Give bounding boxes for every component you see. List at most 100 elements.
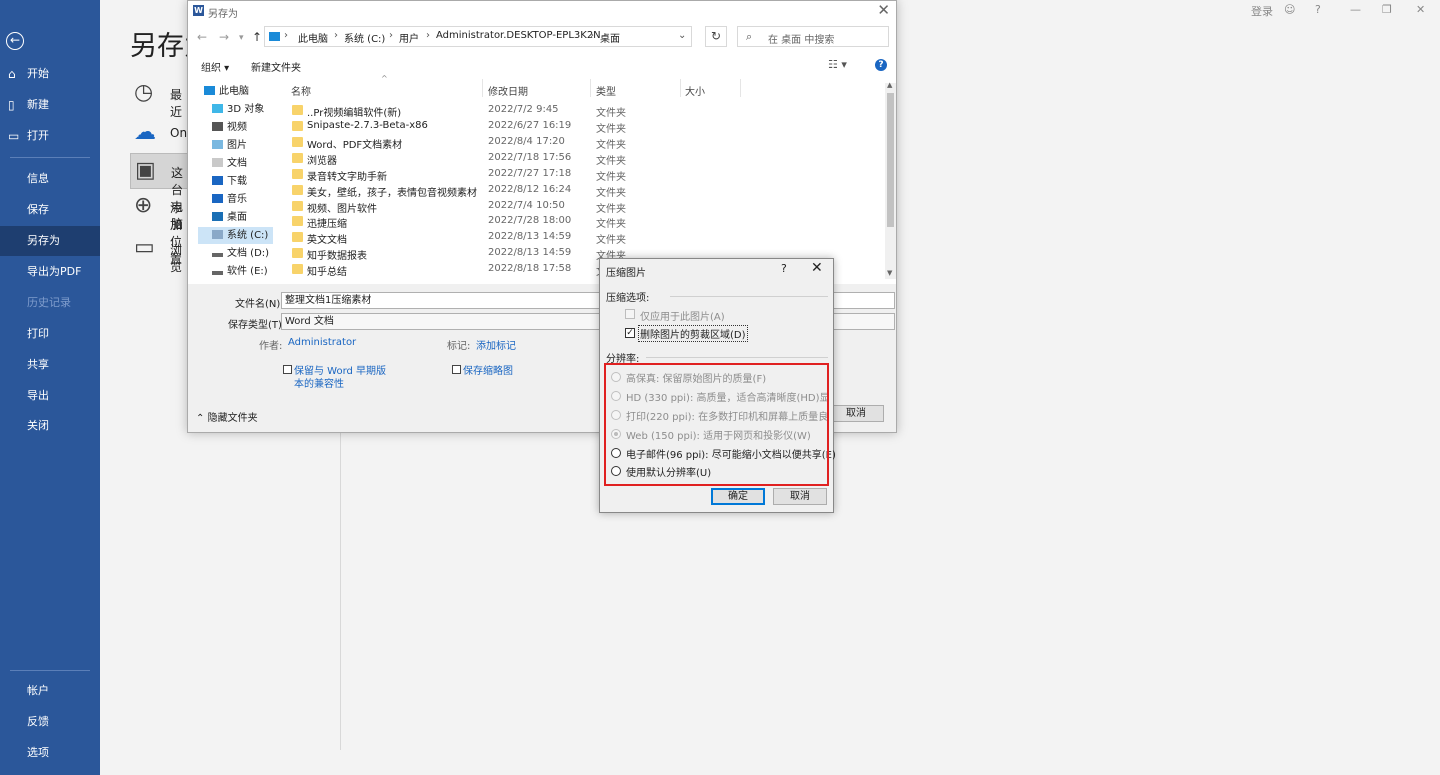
help-icon[interactable]: ?	[875, 59, 887, 71]
radio-print-220[interactable]	[611, 410, 621, 420]
scroll-thumb[interactable]	[887, 93, 894, 227]
forward-icon[interactable]: →	[219, 30, 229, 44]
folder-icon	[292, 105, 303, 115]
nav-item-options[interactable]: 选项	[0, 738, 100, 768]
tags-label: 标记:	[447, 341, 471, 352]
add-tags-link[interactable]: 添加标记	[476, 337, 516, 352]
nav-item-share[interactable]: 共享	[0, 350, 100, 380]
place-recent[interactable]: ◷ 最近	[130, 76, 190, 119]
radio-email-96[interactable]	[611, 448, 621, 458]
nav-item-save-as[interactable]: 另存为	[0, 226, 100, 256]
file-list-scrollbar[interactable]: ▲ ▼	[885, 81, 896, 279]
radio-high-fidelity[interactable]	[611, 372, 621, 382]
file-row[interactable]: Snipaste-2.7.3-Beta-x86 2022/6/27 16:19 文件…	[292, 119, 812, 135]
up-icon[interactable]: ↑	[252, 30, 262, 44]
compress-options-heading: 压缩选项:	[606, 293, 650, 304]
compress-pictures-dialog: 压缩图片 ? ✕ 压缩选项: 仅应用于此图片(A) ✓ 删除图片的剪裁区域(D)…	[599, 258, 836, 513]
help-icon[interactable]: ?	[781, 262, 787, 275]
nav-item-label: 共享	[27, 358, 49, 371]
column-header-name[interactable]: 名称	[291, 83, 311, 98]
file-row[interactable]: ..Pr视频编辑软件(新) 2022/7/2 9:45 文件夹	[292, 103, 812, 119]
refresh-icon[interactable]: ↻	[705, 26, 727, 47]
address-bar[interactable]: › 此电脑 › 系统 (C:) › 用户 › Administrator.DES…	[264, 26, 692, 47]
recent-locations-icon[interactable]: ▾	[239, 33, 244, 43]
apply-only-checkbox[interactable]	[625, 309, 635, 319]
nav-item-account[interactable]: 帐户	[0, 676, 100, 706]
cancel-button[interactable]: 取消	[773, 488, 827, 505]
new-document-icon: ▯	[8, 98, 15, 112]
organize-menu[interactable]: 组织 ▾	[201, 59, 229, 74]
tree-item-desktop[interactable]: 桌面	[212, 209, 247, 226]
nav-item-export-pdf[interactable]: 导出为PDF	[0, 257, 100, 287]
nav-item-print[interactable]: 打印	[0, 319, 100, 349]
tree-item-music[interactable]: 音乐	[212, 191, 247, 208]
author-value[interactable]: Administrator	[288, 337, 356, 348]
minimize-icon[interactable]: —	[1350, 3, 1361, 16]
file-row[interactable]: 迅捷压缩 2022/7/28 18:00 文件夹	[292, 214, 812, 230]
tree-item-drive-c[interactable]: 系统 (C:)	[198, 227, 273, 244]
column-divider	[482, 79, 483, 97]
new-folder-button[interactable]: 新建文件夹	[251, 59, 301, 74]
close-icon[interactable]: ✕	[877, 1, 890, 19]
section-divider	[670, 296, 828, 297]
nav-item-export[interactable]: 导出	[0, 381, 100, 411]
tree-item-3d-objects[interactable]: 3D 对象	[212, 101, 264, 118]
view-options-icon[interactable]: ☷ ▾	[828, 58, 847, 71]
tree-item-documents[interactable]: 文档	[212, 155, 247, 172]
file-row[interactable]: 美女，壁纸，孩子，表情包音视频素材 2022/8/12 16:24 文件夹	[292, 183, 812, 199]
nav-item-info[interactable]: 信息	[0, 164, 100, 194]
search-input[interactable]: ⌕ 在 桌面 中搜索	[737, 26, 889, 47]
place-browse[interactable]: ▭ 浏览	[130, 231, 190, 274]
tree-item-drive-d[interactable]: 文档 (D:)	[212, 245, 269, 262]
place-onedrive[interactable]: ☁ OneDrive	[130, 116, 226, 150]
window-close-icon[interactable]: ✕	[1416, 3, 1425, 16]
cancel-button[interactable]: 取消	[828, 405, 884, 422]
file-row[interactable]: 录音转文字助手新 2022/7/27 17:18 文件夹	[292, 167, 812, 183]
file-row[interactable]: 浏览器 2022/7/18 17:56 文件夹	[292, 151, 812, 167]
file-row[interactable]: Word、PDF文档素材 2022/8/4 17:20 文件夹	[292, 135, 812, 151]
radio-default-resolution[interactable]	[611, 466, 621, 476]
place-add-location[interactable]: ⊕ 添加位置	[130, 189, 190, 266]
delete-cropped-checkbox[interactable]: ✓	[625, 328, 635, 338]
breadcrumb-segment[interactable]: Administrator.DESKTOP-EPL3K2N	[436, 30, 601, 41]
compat-checkbox[interactable]	[283, 365, 292, 374]
column-header-date[interactable]: 修改日期	[488, 83, 528, 98]
nav-item-save[interactable]: 保存	[0, 195, 100, 225]
column-header-type[interactable]: 类型	[596, 83, 616, 98]
tree-item-drive-e[interactable]: 软件 (E:)	[212, 263, 268, 280]
back-icon[interactable]: ←	[197, 30, 207, 44]
back-arrow-icon[interactable]: ←	[6, 32, 24, 50]
nav-item-feedback[interactable]: 反馈	[0, 707, 100, 737]
ok-button[interactable]: 确定	[711, 488, 765, 505]
signin-link[interactable]: 登录	[1251, 3, 1273, 19]
help-question-icon[interactable]: ?	[1315, 3, 1321, 16]
radio-web-150[interactable]	[611, 429, 621, 439]
file-type: 文件夹	[596, 235, 626, 246]
breadcrumb-segment[interactable]: 此电脑	[298, 30, 328, 45]
file-row[interactable]: 英文文档 2022/8/13 14:59 文件夹	[292, 230, 812, 246]
radio-hd-330[interactable]	[611, 391, 621, 401]
breadcrumb-segment[interactable]: 桌面	[600, 30, 620, 45]
thumbnail-checkbox[interactable]	[452, 365, 461, 374]
scroll-down-icon[interactable]: ▼	[887, 269, 892, 277]
hide-folders-toggle[interactable]: ⌃ 隐藏文件夹	[196, 409, 258, 424]
file-row[interactable]: 视频、图片软件 2022/7/4 10:50 文件夹	[292, 199, 812, 215]
scroll-up-icon[interactable]: ▲	[887, 81, 892, 89]
breadcrumb-segment[interactable]: 用户	[399, 30, 419, 45]
backstage-nav: ← ⌂ 开始 ▯ 新建 ▭ 打开 信息 保存 另存为 导出为PDF 历史记录 打…	[0, 0, 100, 775]
tree-item-downloads[interactable]: 下载	[212, 173, 247, 190]
column-header-size[interactable]: 大小	[685, 83, 705, 98]
nav-item-home[interactable]: ⌂ 开始	[0, 59, 100, 89]
tree-item-this-pc[interactable]: 此电脑	[204, 83, 249, 100]
chevron-down-icon[interactable]: ⌄	[678, 30, 686, 41]
close-icon[interactable]: ✕	[811, 260, 823, 276]
tree-item-pictures[interactable]: 图片	[212, 137, 247, 154]
restore-icon[interactable]: ❐	[1382, 3, 1392, 16]
nav-item-open[interactable]: ▭ 打开	[0, 121, 100, 151]
nav-item-new[interactable]: ▯ 新建	[0, 90, 100, 120]
tree-item-videos[interactable]: 视频	[212, 119, 247, 136]
breadcrumb-segment[interactable]: 系统 (C:)	[344, 30, 385, 45]
people-icon[interactable]: ☺	[1284, 3, 1295, 16]
place-this-pc[interactable]: ▣ 这台电脑	[130, 153, 192, 231]
nav-item-close[interactable]: 关闭	[0, 411, 100, 441]
